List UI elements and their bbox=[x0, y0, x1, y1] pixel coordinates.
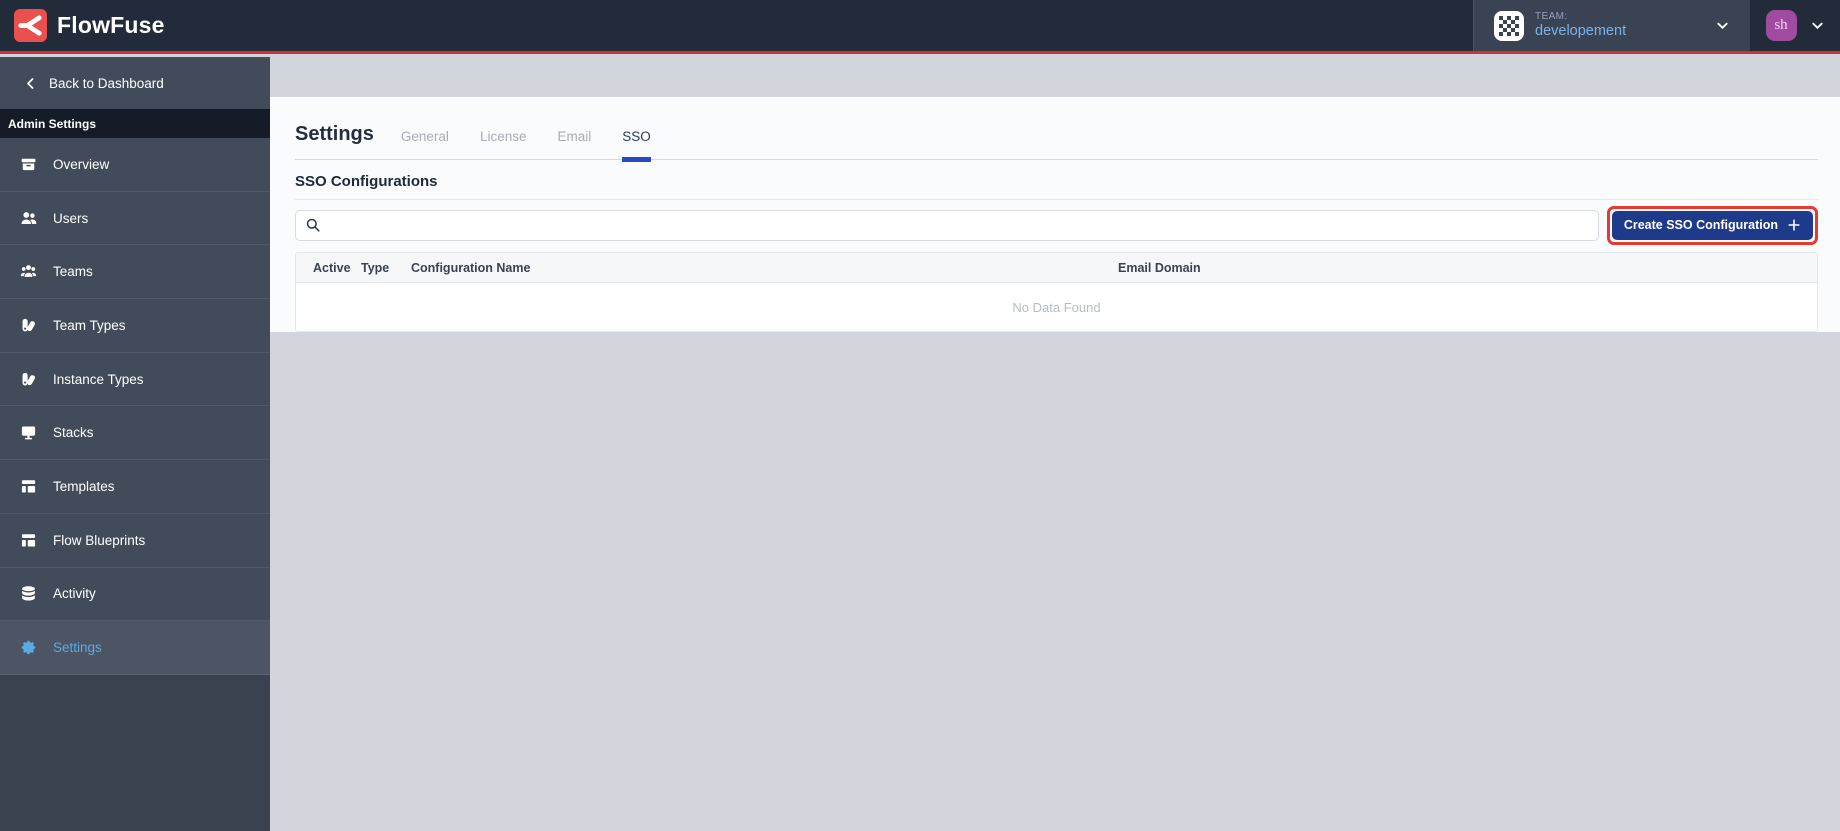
sidebar-item-flow-blueprints[interactable]: Flow Blueprints bbox=[0, 513, 270, 568]
top-navbar: FlowFuse TEAM: developement sh bbox=[0, 0, 1840, 54]
team-kicker-label: TEAM: bbox=[1535, 11, 1568, 23]
sidebar-item-overview[interactable]: Overview bbox=[0, 138, 270, 192]
sidebar-item-templates[interactable]: Templates bbox=[0, 460, 270, 514]
search-input[interactable] bbox=[328, 217, 1589, 233]
chevron-down-icon bbox=[1811, 22, 1823, 29]
tab-general[interactable]: General bbox=[401, 129, 449, 159]
sso-configurations-table: Active Type Configuration Name Email Dom… bbox=[295, 252, 1818, 332]
sso-configurations-title: SSO Configurations bbox=[295, 173, 438, 190]
sidebar-filler bbox=[0, 674, 270, 831]
back-to-dashboard-label: Back to Dashboard bbox=[49, 75, 164, 91]
sidebar-item-team-types[interactable]: Team Types bbox=[0, 299, 270, 353]
chevron-left-icon bbox=[27, 77, 34, 89]
sidebar-item-label: Stacks bbox=[53, 425, 94, 441]
sidebar-item-teams[interactable]: Teams bbox=[0, 245, 270, 300]
team-identicon-icon bbox=[1494, 10, 1524, 41]
tab-license[interactable]: License bbox=[480, 129, 527, 159]
column-header-active: Active bbox=[313, 260, 351, 275]
column-header-email-domain: Email Domain bbox=[1118, 260, 1201, 275]
sidebar-item-users[interactable]: Users bbox=[0, 191, 270, 246]
user-menu[interactable]: sh bbox=[1750, 0, 1840, 51]
sidebar-item-settings[interactable]: Settings bbox=[0, 621, 270, 675]
team-name: developement bbox=[1535, 22, 1627, 39]
table-header-row: Active Type Configuration Name Email Dom… bbox=[296, 253, 1817, 283]
settings-tabs: General License Email SSO bbox=[401, 129, 651, 162]
brand-name: FlowFuse bbox=[57, 12, 165, 38]
brand[interactable]: FlowFuse bbox=[0, 0, 1473, 51]
sidebar-item-label: Flow Blueprints bbox=[53, 532, 146, 548]
sidebar-item-label: Overview bbox=[53, 156, 110, 172]
search-row: Create SSO Configuration bbox=[295, 205, 1818, 245]
page-title: Settings bbox=[295, 123, 374, 145]
user-group-icon bbox=[20, 263, 37, 280]
create-sso-configuration-button[interactable]: Create SSO Configuration bbox=[1611, 210, 1813, 240]
create-sso-configuration-label: Create SSO Configuration bbox=[1623, 218, 1778, 232]
sidebar-item-label: Users bbox=[53, 210, 89, 226]
color-swatch-icon bbox=[20, 371, 37, 388]
admin-settings-section-label: Admin Settings bbox=[0, 109, 270, 138]
team-selector[interactable]: TEAM: developement bbox=[1473, 0, 1750, 51]
template-icon bbox=[20, 532, 37, 549]
flowfuse-logo-icon bbox=[14, 9, 47, 42]
avatar[interactable]: sh bbox=[1765, 10, 1797, 41]
plus-icon bbox=[1788, 219, 1800, 231]
table-empty-state: No Data Found bbox=[1012, 299, 1101, 315]
sidebar-item-label: Activity bbox=[53, 586, 96, 602]
settings-panel: Settings General License Email SSO SSO C… bbox=[270, 97, 1840, 332]
tab-sso[interactable]: SSO bbox=[622, 129, 651, 162]
sidebar-item-label: Teams bbox=[53, 264, 93, 280]
desktop-icon bbox=[20, 424, 37, 441]
back-to-dashboard[interactable]: Back to Dashboard bbox=[0, 57, 270, 109]
color-swatch-icon bbox=[20, 317, 37, 334]
search-icon bbox=[306, 218, 320, 232]
column-header-type: Type bbox=[361, 260, 390, 275]
settings-header-row: Settings General License Email SSO bbox=[295, 97, 1818, 162]
database-icon bbox=[20, 585, 37, 602]
sidebar-item-stacks[interactable]: Stacks bbox=[0, 406, 270, 461]
archive-icon bbox=[20, 156, 37, 173]
cog-icon bbox=[20, 639, 37, 656]
main-content: Settings General License Email SSO SSO C… bbox=[270, 57, 1840, 831]
sidebar-item-label: Instance Types bbox=[53, 371, 144, 387]
sidebar-item-label: Settings bbox=[53, 640, 102, 656]
sidebar-item-label: Templates bbox=[53, 478, 115, 494]
annotation-highlight-box: Create SSO Configuration bbox=[1606, 205, 1818, 245]
sidebar-item-label: Team Types bbox=[53, 317, 126, 333]
admin-sidebar: Back to Dashboard Admin Settings Overvie… bbox=[0, 57, 270, 831]
template-icon bbox=[20, 478, 37, 495]
content-top-spacer bbox=[270, 57, 1840, 97]
search-box[interactable] bbox=[295, 209, 1599, 241]
users-icon bbox=[20, 210, 37, 227]
chevron-down-icon bbox=[1717, 22, 1728, 29]
sidebar-item-activity[interactable]: Activity bbox=[0, 567, 270, 622]
sidebar-item-instance-types[interactable]: Instance Types bbox=[0, 352, 270, 407]
tab-email[interactable]: Email bbox=[557, 129, 591, 159]
sso-configurations-header: SSO Configurations bbox=[295, 160, 1818, 200]
column-header-configuration-name: Configuration Name bbox=[411, 260, 531, 275]
